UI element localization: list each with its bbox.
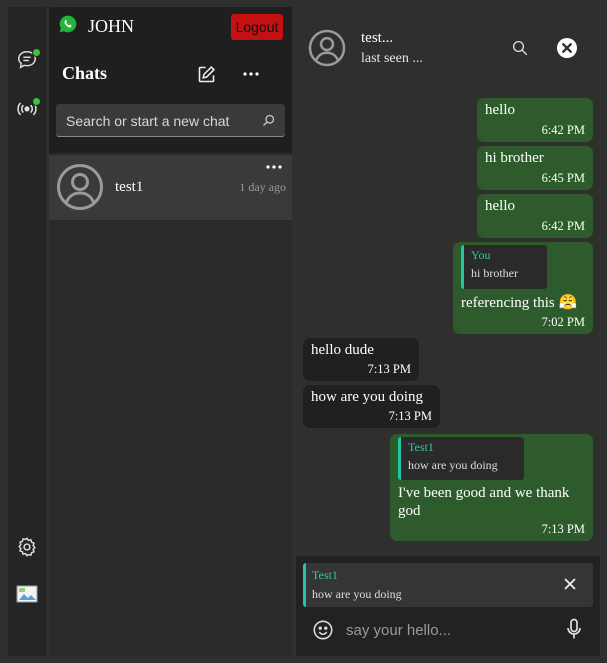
new-chat-button[interactable] [196, 62, 217, 86]
message-bubble-incoming[interactable]: hello dude 7:13 PM [303, 338, 419, 381]
avatar-icon[interactable] [308, 29, 346, 67]
contact-status: last seen ... [361, 51, 423, 66]
conversation-panel: test... last seen ... hello 6:42 PM hi b… [296, 7, 600, 656]
quoted-message[interactable]: You hi brother [461, 245, 547, 289]
nav-rail [8, 7, 46, 656]
message-bubble-outgoing[interactable]: hello 6:42 PM [477, 98, 593, 142]
chat-time: 1 day ago [239, 180, 286, 194]
message-bubble-outgoing[interactable]: hi brother 6:45 PM [477, 146, 593, 190]
message-bubble-incoming[interactable]: how are you doing 7:13 PM [303, 385, 440, 428]
sidebar-more-button[interactable] [241, 64, 261, 84]
message-text: hello dude [311, 342, 374, 358]
contact-name: test... [361, 30, 394, 46]
message-text: hello [485, 198, 515, 214]
message-text: referencing this 😤 [461, 295, 578, 311]
close-icon[interactable] [557, 38, 577, 58]
message-time: 6:42 PM [541, 219, 585, 233]
new-chat-icon [198, 65, 216, 82]
message-time: 7:13 PM [367, 362, 411, 376]
status-nav-button[interactable] [14, 95, 41, 121]
quote-text: hi brother [471, 266, 518, 280]
username: JOHN [88, 16, 135, 36]
close-icon[interactable] [564, 578, 576, 590]
conversation-header: test... last seen ... [296, 7, 600, 87]
message-bubble-outgoing[interactable]: Test1 how are you doing I've been good a… [390, 434, 593, 541]
message-input[interactable] [346, 616, 546, 644]
reply-author: Test1 [312, 568, 338, 582]
more-icon [243, 72, 259, 76]
settings-button[interactable] [14, 534, 40, 560]
quote-author: You [471, 248, 491, 262]
message-bubble-outgoing[interactable]: hello 6:42 PM [477, 194, 593, 238]
more-icon[interactable] [266, 165, 282, 169]
chat-app: JOHN Logout Chats Search or start a new … [0, 0, 607, 663]
sidebar-header: JOHN Logout Chats [49, 7, 292, 153]
message-time: 7:13 PM [541, 522, 585, 536]
message-time: 7:13 PM [388, 409, 432, 423]
message-time: 6:45 PM [541, 171, 585, 185]
chats-title: Chats [62, 63, 108, 83]
avatar-icon [57, 164, 103, 210]
search-box [56, 104, 285, 137]
quoted-message[interactable]: Test1 how are you doing [398, 437, 524, 480]
chats-nav-button[interactable] [14, 47, 41, 73]
microphone-icon[interactable] [566, 618, 582, 640]
reply-text: how are you doing [312, 587, 402, 601]
message-bubble-outgoing[interactable]: You hi brother referencing this 😤 7:02 P… [453, 242, 593, 334]
message-text: hi brother [485, 150, 544, 166]
broken-image-icon [16, 585, 38, 603]
message-text-line: god [398, 503, 421, 519]
reply-preview: Test1 how are you doing [303, 563, 593, 607]
quote-text: how are you doing [408, 458, 498, 472]
chat-name: test1 [115, 179, 144, 195]
search-icon[interactable] [511, 39, 529, 57]
sidebar: JOHN Logout Chats Search or start a new … [49, 7, 292, 656]
online-indicator [32, 48, 41, 57]
search-icon[interactable] [261, 113, 276, 128]
message-text: how are you doing [311, 389, 424, 405]
whatsapp-icon [59, 15, 77, 33]
profile-picture-button[interactable] [14, 581, 40, 607]
composer: Test1 how are you doing [296, 556, 600, 656]
settings-icon [18, 537, 36, 557]
quote-author: Test1 [408, 440, 434, 454]
message-time: 6:42 PM [541, 123, 585, 137]
logout-button[interactable]: Logout [231, 14, 283, 40]
online-indicator [32, 97, 41, 106]
message-time: 7:02 PM [541, 315, 585, 329]
emoji-icon[interactable] [312, 619, 334, 641]
search-input[interactable] [56, 104, 256, 137]
chat-list-item[interactable]: test1 1 day ago [49, 155, 292, 220]
message-text-line: I've been good and we thank [398, 485, 570, 501]
message-text: hello [485, 102, 515, 118]
